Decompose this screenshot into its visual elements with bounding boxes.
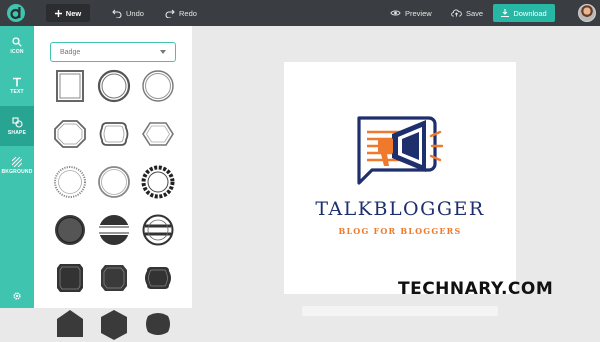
redo-button[interactable]: Redo	[165, 0, 197, 26]
dark-shield-icon	[57, 264, 83, 292]
sidebar-item-text[interactable]: TEXT	[0, 66, 34, 106]
design-canvas-area: TALKBLOGGER BLOG FOR BLOGGERS	[192, 26, 600, 316]
eye-icon	[390, 10, 401, 16]
sidebar-item-settings[interactable]	[0, 284, 34, 308]
badge-shape-banded-circle[interactable]	[96, 212, 132, 248]
undo-button[interactable]: Undo	[112, 0, 144, 26]
gear-ring-icon	[141, 165, 175, 199]
sidebar-item-label: BKGROUND	[1, 169, 33, 175]
watermark-text: TECHNARY.COM	[398, 279, 554, 299]
badge-shape-octagon[interactable]	[52, 116, 88, 152]
badge-shape-dark-hexagon[interactable]	[96, 306, 132, 342]
square-frame-icon	[56, 70, 84, 102]
badge-shape-filled-circle[interactable]	[52, 212, 88, 248]
plain-ring-icon	[98, 166, 130, 198]
undo-icon	[112, 9, 122, 18]
banded-circle-icon	[98, 215, 130, 245]
badge-shape-thin-ring[interactable]	[140, 68, 176, 104]
scalloped-frame-icon	[99, 122, 129, 146]
badge-shape-dark-shield[interactable]	[52, 260, 88, 296]
badge-shape-plain-ring[interactable]	[96, 164, 132, 200]
sidebar-item-label: SHAPE	[7, 129, 27, 136]
sidebar-item-label: ICON	[10, 49, 24, 55]
megaphone-logo-icon[interactable]	[350, 110, 450, 190]
app-logo[interactable]	[6, 3, 26, 23]
category-select[interactable]: Badge	[50, 42, 176, 62]
badge-shape-square-frame[interactable]	[52, 68, 88, 104]
badge-shape-dotted-ring[interactable]	[52, 164, 88, 200]
gear-icon	[13, 292, 21, 300]
download-button[interactable]: Download	[493, 4, 555, 22]
logo-icon	[7, 4, 25, 22]
user-avatar[interactable]	[578, 4, 596, 22]
cloud-upload-icon	[451, 9, 462, 17]
sidebar-item-label: TEXT	[10, 89, 24, 95]
new-button[interactable]: New	[46, 4, 90, 22]
preview-button-label: Preview	[405, 8, 432, 18]
brand-tagline-text[interactable]: BLOG FOR BLOGGERS	[284, 226, 516, 236]
undo-button-label: Undo	[126, 8, 144, 18]
hexagon-frame-icon	[142, 122, 174, 146]
preview-button[interactable]: Preview	[390, 0, 432, 26]
top-toolbar: New Undo Redo Preview Save Download	[0, 0, 600, 26]
badge-shape-dark-pentagon[interactable]	[52, 306, 88, 342]
text-icon	[13, 77, 21, 87]
badge-shape-dark-scallop[interactable]	[140, 260, 176, 296]
sidebar-item-background[interactable]: BKGROUND	[0, 146, 34, 186]
dotted-ring-icon	[54, 166, 86, 198]
badge-shape-gear-ring[interactable]	[140, 164, 176, 200]
badge-shape-hexagon[interactable]	[140, 116, 176, 152]
double-ring-icon	[97, 69, 131, 103]
shape-panel: Badge	[34, 26, 192, 340]
badge-shape-dark-blob[interactable]	[140, 306, 176, 342]
dark-hexagon-icon	[101, 310, 127, 340]
dark-tag-icon	[101, 265, 127, 291]
redo-button-label: Redo	[179, 8, 197, 18]
background-icon	[12, 157, 22, 167]
chevron-down-icon	[160, 50, 166, 54]
redo-icon	[165, 9, 175, 18]
badge-shape-scalloped[interactable]	[96, 116, 132, 152]
shape-icon	[11, 116, 23, 128]
sidebar-item-icon[interactable]: ICON	[0, 26, 34, 66]
dark-scallop-icon	[145, 267, 171, 289]
download-button-label: Download	[513, 8, 547, 18]
badge-shape-dark-tag[interactable]	[96, 260, 132, 296]
ribbon-circle-icon	[142, 214, 174, 246]
save-button-label: Save	[466, 8, 484, 18]
filled-circle-icon	[55, 215, 85, 245]
category-select-value: Badge	[60, 48, 81, 56]
tool-sidebar: ICON TEXT SHAPE BKGROUND	[0, 26, 34, 308]
design-canvas[interactable]: TALKBLOGGER BLOG FOR BLOGGERS	[284, 62, 516, 294]
sidebar-item-shape[interactable]: SHAPE	[0, 106, 34, 146]
plus-icon	[54, 9, 62, 17]
new-button-label: New	[65, 8, 82, 18]
search-icon	[12, 37, 22, 47]
save-button[interactable]: Save	[451, 0, 483, 26]
dark-pentagon-icon	[57, 310, 83, 337]
brand-name-text[interactable]: TALKBLOGGER	[284, 198, 516, 220]
download-icon	[501, 9, 510, 17]
octagon-frame-icon	[54, 120, 86, 148]
badge-shape-ribbon-circle[interactable]	[140, 212, 176, 248]
badge-shape-double-ring[interactable]	[96, 68, 132, 104]
thin-ring-icon	[142, 70, 174, 102]
dark-blob-icon	[146, 313, 170, 335]
